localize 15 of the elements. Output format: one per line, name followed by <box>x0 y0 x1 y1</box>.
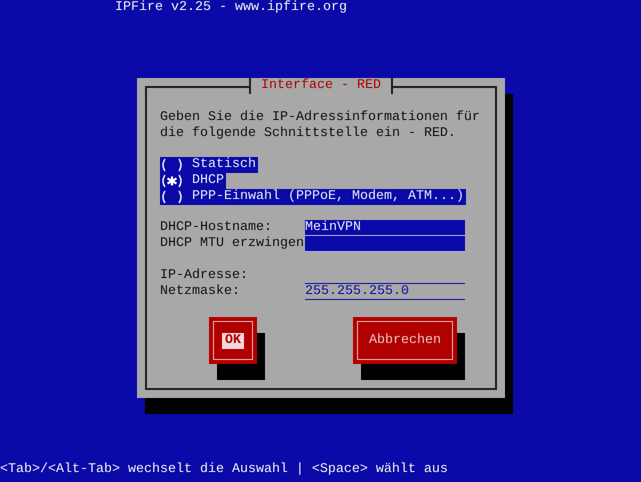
field-label: DHCP MTU erzwingen <box>160 236 305 252</box>
dialog-button[interactable]: OK <box>209 317 257 364</box>
dialog-title: Interface - RED <box>249 78 393 94</box>
input-field[interactable] <box>305 236 465 252</box>
field-label: DHCP-Hostname: <box>160 220 273 236</box>
screen-title: IPFire v2.25 - www.ipfire.org <box>115 0 347 16</box>
field-label: Netzmaske: <box>160 284 241 300</box>
dialog-button[interactable]: Abbrechen <box>353 317 457 364</box>
radio-option[interactable]: DHCP <box>160 173 226 189</box>
radio-option[interactable]: PPP-Einwahl (PPPoE, Modem, ATM...) <box>160 189 466 205</box>
input-field[interactable]: MeinVPN <box>305 220 465 236</box>
status-bar-hint: <Tab>/<Alt-Tab> wechselt die Auswahl | <Space> wählt aus <box>0 462 448 478</box>
radio-option[interactable]: Statisch <box>160 157 258 173</box>
field-label: IP-Adresse: <box>160 268 249 284</box>
dialog-message: Geben Sie die IP-Adressinformationen für die folgende Schnittstelle ein - RED. <box>160 110 481 142</box>
